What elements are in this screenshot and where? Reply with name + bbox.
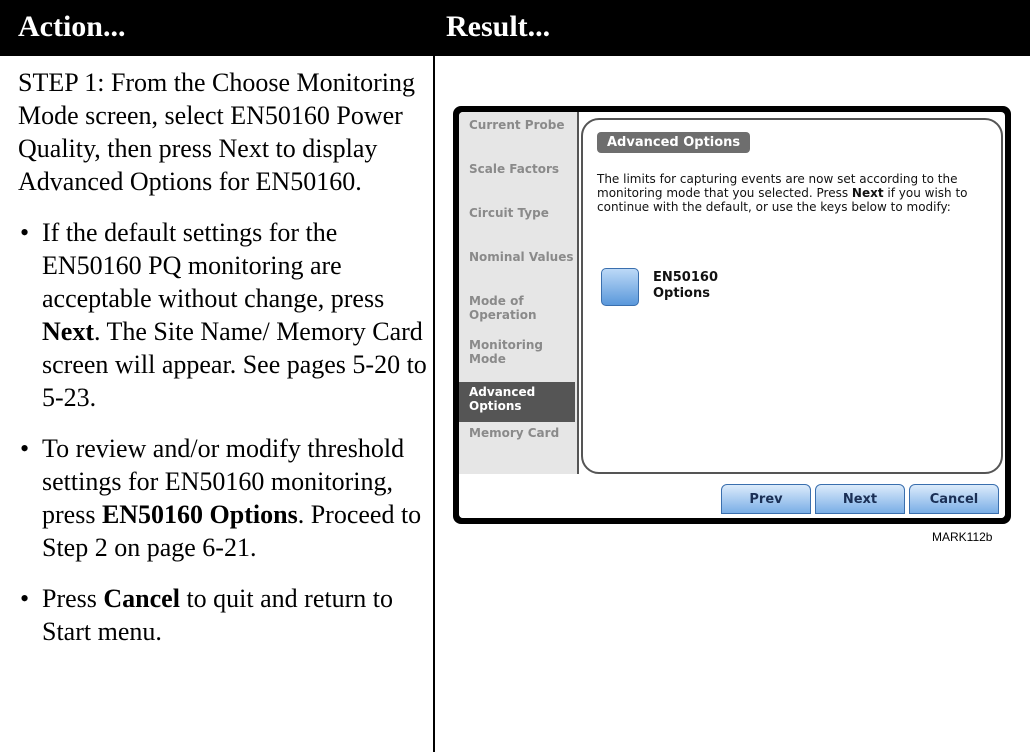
tab-mode-of-operation[interactable]: Mode of Operation (459, 294, 575, 334)
bullet-cancel: • Press Cancel to quit and return to Star… (18, 582, 428, 648)
button-bar: Prev Next Cancel (459, 474, 1005, 518)
bullet-next: • If the default settings for the EN50160… (18, 216, 428, 414)
tab-advanced-options[interactable]: Advanced Options (459, 382, 575, 422)
table-header: Action... Result... (0, 0, 1030, 56)
desc-bold: Next (851, 186, 884, 200)
result-heading: Result... (446, 10, 551, 43)
action-heading: Action... (18, 10, 126, 43)
tab-current-probe[interactable]: Current Probe (459, 118, 575, 158)
tab-nominal-values[interactable]: Nominal Values (459, 250, 575, 290)
bullet-bold: EN50160 Options (101, 500, 298, 529)
option-label-line: Options (653, 286, 710, 301)
bullet-options: • To review and/or modify threshold setti… (18, 432, 428, 564)
bullet-text: . The Site Name/ Memory Card screen will… (42, 317, 427, 412)
panel-description: The limits for capturing events are now … (597, 172, 987, 214)
bullet-list: • If the default settings for the EN50160… (18, 216, 428, 648)
step-1-text: STEP 1: From the Choose Monitoring Mode … (18, 68, 415, 196)
bullet-icon: • (20, 434, 30, 463)
device-screenshot: Current Probe Scale Factors Circuit Type… (453, 106, 1011, 524)
bullet-icon: • (20, 218, 30, 247)
next-button[interactable]: Next (815, 484, 905, 514)
en50160-options-button[interactable] (601, 268, 639, 306)
setup-tabs: Current Probe Scale Factors Circuit Type… (459, 112, 579, 474)
en50160-options-label: EN50160 Options (653, 270, 718, 302)
bullet-icon: • (20, 584, 30, 613)
cancel-button[interactable]: Cancel (909, 484, 999, 514)
panel-title: Advanced Options (597, 132, 751, 153)
bullet-bold: Cancel (103, 584, 180, 613)
figure-caption: MARK112b (932, 530, 993, 544)
prev-button[interactable]: Prev (721, 484, 811, 514)
action-column: STEP 1: From the Choose Monitoring Mode … (18, 66, 428, 666)
bullet-text: Press (42, 584, 104, 613)
bullet-text: If the default settings for the EN50160 … (42, 218, 385, 313)
bullet-bold: Next (42, 317, 94, 346)
tab-memory-card[interactable]: Memory Card (459, 426, 575, 466)
device-screen: Current Probe Scale Factors Circuit Type… (459, 112, 1005, 518)
advanced-options-panel: Advanced Options The limits for capturin… (581, 118, 1003, 474)
tab-scale-factors[interactable]: Scale Factors (459, 162, 575, 202)
tab-circuit-type[interactable]: Circuit Type (459, 206, 575, 246)
option-label-line: EN50160 (653, 270, 718, 285)
column-divider (433, 56, 435, 752)
tab-monitoring-mode[interactable]: Monitoring Mode (459, 338, 575, 378)
